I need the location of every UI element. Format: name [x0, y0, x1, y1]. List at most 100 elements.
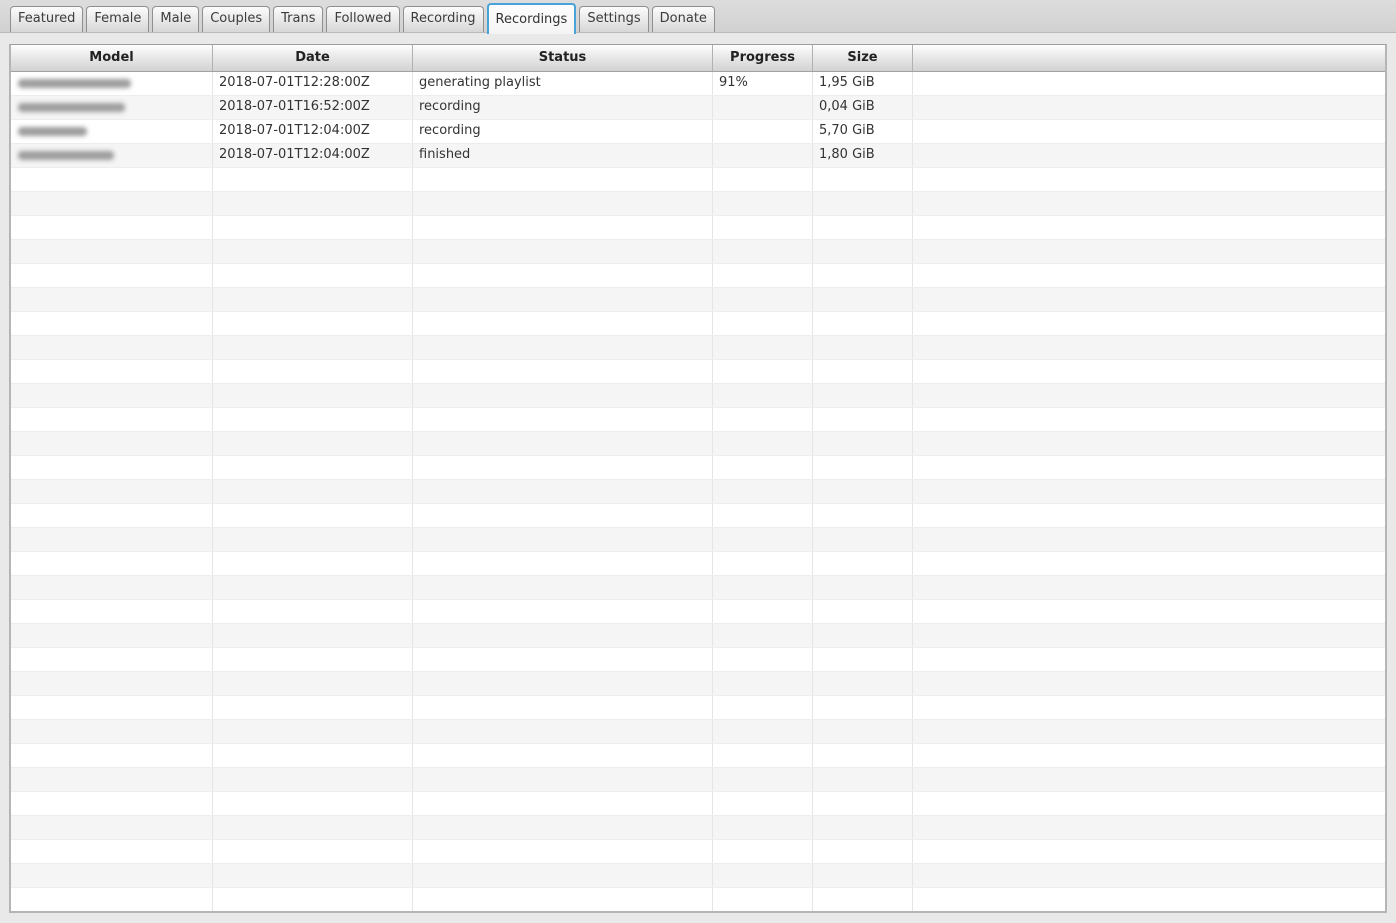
- cell-date: [213, 360, 413, 383]
- tab-recordings[interactable]: Recordings: [486, 3, 577, 34]
- cell-size: [813, 312, 913, 335]
- cell-filler: [913, 312, 1385, 335]
- cell-progress: [713, 768, 813, 791]
- tab-featured[interactable]: Featured: [10, 6, 84, 32]
- cell-progress: [713, 648, 813, 671]
- cell-date: [213, 336, 413, 359]
- cell-date: [213, 720, 413, 743]
- cell-status: [413, 168, 713, 191]
- table-row-empty: [11, 168, 1385, 192]
- tab-trans[interactable]: Trans: [273, 6, 324, 32]
- cell-progress: [713, 168, 813, 191]
- cell-model: [11, 432, 213, 455]
- cell-progress: [713, 192, 813, 215]
- cell-progress: [713, 792, 813, 815]
- cell-filler: [913, 360, 1385, 383]
- tab-settings[interactable]: Settings: [579, 6, 649, 32]
- cell-size: [813, 216, 913, 239]
- cell-size: [813, 528, 913, 551]
- cell-size: [813, 264, 913, 287]
- tab-female[interactable]: Female: [86, 6, 150, 32]
- cell-filler: [913, 744, 1385, 767]
- cell-filler: [913, 168, 1385, 191]
- tab-recording[interactable]: Recording: [402, 6, 484, 32]
- table-row-empty: [11, 408, 1385, 432]
- cell-date: [213, 408, 413, 431]
- cell-date: [213, 240, 413, 263]
- cell-date: 2018-07-01T16:52:00Z: [213, 96, 413, 119]
- table-row[interactable]: 2018-07-01T12:28:00Z generating playlist…: [11, 72, 1385, 96]
- table-row[interactable]: 2018-07-01T12:04:00Z finished 1,80 GiB: [11, 144, 1385, 168]
- table-row-empty: [11, 600, 1385, 624]
- cell-size: [813, 456, 913, 479]
- header-cell-status[interactable]: Status: [413, 45, 713, 71]
- cell-progress: [713, 408, 813, 431]
- cell-progress: [713, 744, 813, 767]
- cell-filler: [913, 816, 1385, 839]
- cell-date: [213, 504, 413, 527]
- cell-progress: 91%: [713, 72, 813, 95]
- tab-couples[interactable]: Couples: [202, 6, 271, 32]
- cell-model: [11, 816, 213, 839]
- header-cell-label: Status: [538, 50, 587, 65]
- cell-model: [11, 456, 213, 479]
- table-row[interactable]: 2018-07-01T12:04:00Z recording 5,70 GiB: [11, 120, 1385, 144]
- cell-model: [11, 672, 213, 695]
- table-row-empty: [11, 840, 1385, 864]
- cell-model: [11, 480, 213, 503]
- cell-status: [413, 528, 713, 551]
- cell-status: [413, 288, 713, 311]
- table-body: 2018-07-01T12:28:00Z generating playlist…: [11, 72, 1385, 911]
- cell-size: [813, 240, 913, 263]
- cell-size: [813, 864, 913, 887]
- table-row-empty: [11, 816, 1385, 840]
- cell-model: [11, 648, 213, 671]
- table-row-empty: [11, 624, 1385, 648]
- cell-status: [413, 768, 713, 791]
- table-row-empty: [11, 792, 1385, 816]
- header-cell-model[interactable]: Model: [11, 45, 213, 71]
- cell-filler: [913, 384, 1385, 407]
- cell-model: [11, 72, 213, 95]
- cell-progress: [713, 528, 813, 551]
- table-row-empty: [11, 672, 1385, 696]
- cell-progress: [713, 384, 813, 407]
- cell-model: [11, 720, 213, 743]
- cell-status: [413, 216, 713, 239]
- cell-progress: [713, 600, 813, 623]
- tab-followed[interactable]: Followed: [326, 6, 400, 32]
- cell-size: [813, 768, 913, 791]
- cell-date: [213, 168, 413, 191]
- cell-progress: [713, 840, 813, 863]
- cell-model: [11, 240, 213, 263]
- tab-donate[interactable]: Donate: [651, 6, 715, 32]
- tab-male[interactable]: Male: [152, 6, 200, 32]
- cell-progress: [713, 96, 813, 119]
- cell-filler: [913, 720, 1385, 743]
- tab-bar: Featured Female Male Couples Trans Follo…: [0, 0, 1396, 34]
- table-row[interactable]: 2018-07-01T16:52:00Z recording 0,04 GiB: [11, 96, 1385, 120]
- cell-status: [413, 456, 713, 479]
- cell-filler: [913, 192, 1385, 215]
- cell-model: [11, 600, 213, 623]
- table-row-empty: [11, 720, 1385, 744]
- cell-status: [413, 744, 713, 767]
- cell-filler: [913, 528, 1385, 551]
- cell-size: [813, 624, 913, 647]
- header-cell-size[interactable]: Size: [813, 45, 913, 71]
- model-name-redacted: [18, 103, 125, 112]
- cell-filler: [913, 456, 1385, 479]
- header-cell-date[interactable]: Date: [213, 45, 413, 71]
- cell-status: [413, 672, 713, 695]
- cell-status: [413, 840, 713, 863]
- cell-filler: [913, 504, 1385, 527]
- cell-date: [213, 528, 413, 551]
- header-cell-filler[interactable]: [913, 45, 1385, 71]
- cell-progress: [713, 576, 813, 599]
- cell-date: [213, 600, 413, 623]
- cell-filler: [913, 120, 1385, 143]
- tab-label: Followed: [334, 11, 392, 26]
- header-cell-progress[interactable]: Progress: [713, 45, 813, 71]
- cell-progress: [713, 456, 813, 479]
- model-name-redacted: [18, 151, 114, 160]
